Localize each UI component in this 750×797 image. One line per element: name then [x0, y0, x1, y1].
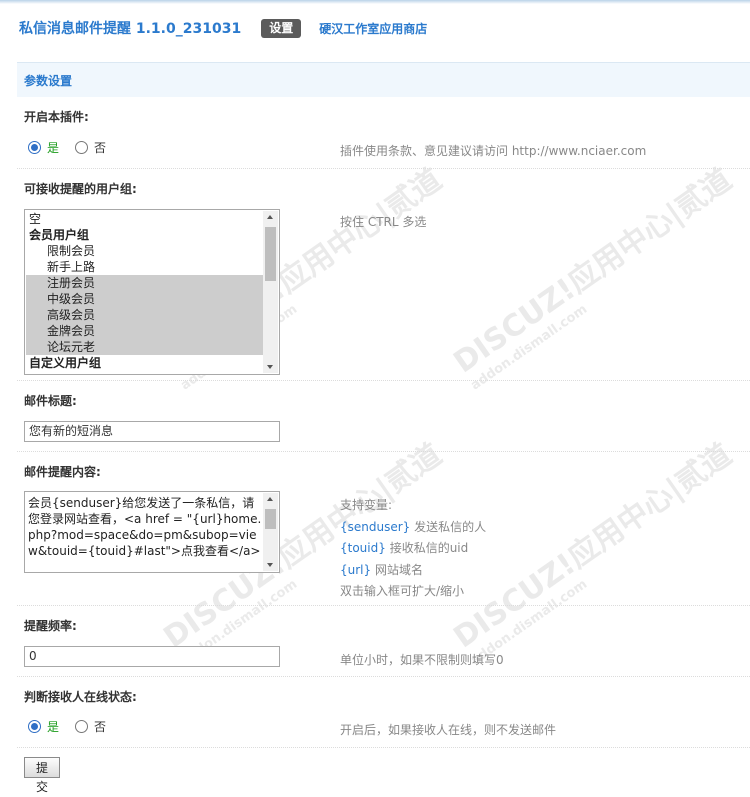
enable-plugin-yes-radio[interactable]: [28, 141, 41, 154]
mail-content-vars: 支持变量: {senduser} 发送私信的人 {touid} 接收私信的uid…: [340, 495, 486, 603]
scroll-up-icon[interactable]: [267, 497, 273, 501]
enable-plugin-radio-group: 是 否: [28, 139, 122, 156]
enable-plugin-yes-label[interactable]: 是: [47, 139, 59, 156]
listbox-scrollbar[interactable]: [263, 211, 278, 373]
enable-plugin-no-label[interactable]: 否: [94, 139, 106, 156]
listbox-option[interactable]: 空: [26, 211, 263, 227]
scroll-down-icon[interactable]: [267, 365, 273, 369]
online-check-radio-group: 是 否: [28, 718, 122, 735]
section-header: 参数设置: [17, 62, 750, 97]
frequency-input[interactable]: 0: [24, 646, 280, 667]
app-title: 私信消息邮件提醒 1.1.0_231031: [19, 21, 242, 37]
mail-subject-label: 邮件标题:: [24, 394, 77, 408]
frequency-hint: 单位小时，如果不限制则填写0: [340, 653, 504, 667]
divider: [17, 676, 750, 677]
listbox-optgroup: 会员用户组: [29, 228, 90, 242]
divider: [17, 168, 750, 169]
var-item: {url} 网站域名: [340, 562, 423, 577]
listbox-option[interactable]: 中级会员: [26, 291, 263, 307]
divider: [17, 605, 750, 606]
divider: [17, 380, 750, 381]
vars-title: 支持变量:: [340, 498, 393, 512]
online-check-no-radio[interactable]: [75, 720, 89, 733]
frequency-label: 提醒频率:: [24, 619, 77, 633]
vars-tip: 双击输入框可扩大/缩小: [340, 584, 465, 598]
user-groups-listbox[interactable]: 空会员用户组 限制会员 新手上路 注册会员 中级会员 高级会员 金牌会员 论坛元老 自定义用户组: [24, 209, 280, 375]
online-check-no-label[interactable]: 否: [94, 718, 106, 735]
mail-subject-input[interactable]: 您有新的短消息: [24, 421, 280, 442]
online-check-label: 判断接收人在线状态:: [24, 690, 137, 704]
divider: [17, 451, 750, 452]
var-item: {senduser} 发送私信的人: [340, 519, 487, 534]
scroll-thumb[interactable]: [265, 227, 276, 281]
var-item: {touid} 接收私信的uid: [340, 541, 469, 555]
online-check-hint: 开启后，如果接收人在线，则不发送邮件: [340, 723, 557, 737]
online-check-yes-label[interactable]: 是: [47, 718, 59, 735]
top-border: [0, 0, 750, 4]
textarea-scrollbar[interactable]: [263, 493, 278, 571]
submit-button[interactable]: 提交: [24, 757, 60, 794]
scroll-up-icon[interactable]: [267, 215, 273, 219]
user-groups-hint: 按住 CTRL 多选: [340, 215, 427, 229]
enable-plugin-no-radio[interactable]: [75, 141, 89, 154]
mail-content-text: 会员{senduser}给您发送了一条私信，请您登录网站查看，<a href =…: [28, 496, 262, 558]
tab-settings[interactable]: 设置: [261, 18, 302, 38]
scroll-thumb[interactable]: [265, 509, 276, 529]
mail-content-textarea[interactable]: 会员{senduser}给您发送了一条私信，请您登录网站查看，<a href =…: [24, 491, 280, 573]
watermark: DISCUZ!应用中心|贰道addon.dismall.com: [447, 162, 739, 394]
mail-content-label: 邮件提醒内容:: [24, 465, 101, 479]
divider: [17, 747, 750, 748]
listbox-optgroup: 自定义用户组: [29, 356, 102, 370]
listbox-option[interactable]: 高级会员: [26, 307, 263, 323]
listbox-option[interactable]: 论坛元老: [26, 339, 263, 355]
title-bar: 私信消息邮件提醒 1.1.0_231031 设置 硬汉工作室应用商店: [19, 17, 427, 39]
enable-plugin-hint: 插件使用条款、意见建议请访问 http://www.nciaer.com: [340, 144, 647, 158]
enable-plugin-label: 开启本插件:: [24, 110, 89, 124]
watermark: DISCUZ!应用中心|贰道addon.dismall.com: [447, 437, 739, 669]
section-title: 参数设置: [24, 74, 73, 88]
user-groups-options: 空会员用户组 限制会员 新手上路 注册会员 中级会员 高级会员 金牌会员 论坛元老 自定义用户组: [26, 211, 263, 371]
store-link[interactable]: 硬汉工作室应用商店: [319, 20, 427, 37]
scroll-down-icon[interactable]: [267, 563, 273, 567]
online-check-yes-radio[interactable]: [28, 720, 41, 733]
listbox-option[interactable]: 新手上路: [26, 259, 263, 275]
listbox-option[interactable]: 注册会员: [26, 275, 263, 291]
listbox-option[interactable]: 金牌会员: [26, 323, 263, 339]
user-groups-label: 可接收提醒的用户组:: [24, 182, 137, 196]
listbox-option[interactable]: 限制会员: [26, 243, 263, 259]
